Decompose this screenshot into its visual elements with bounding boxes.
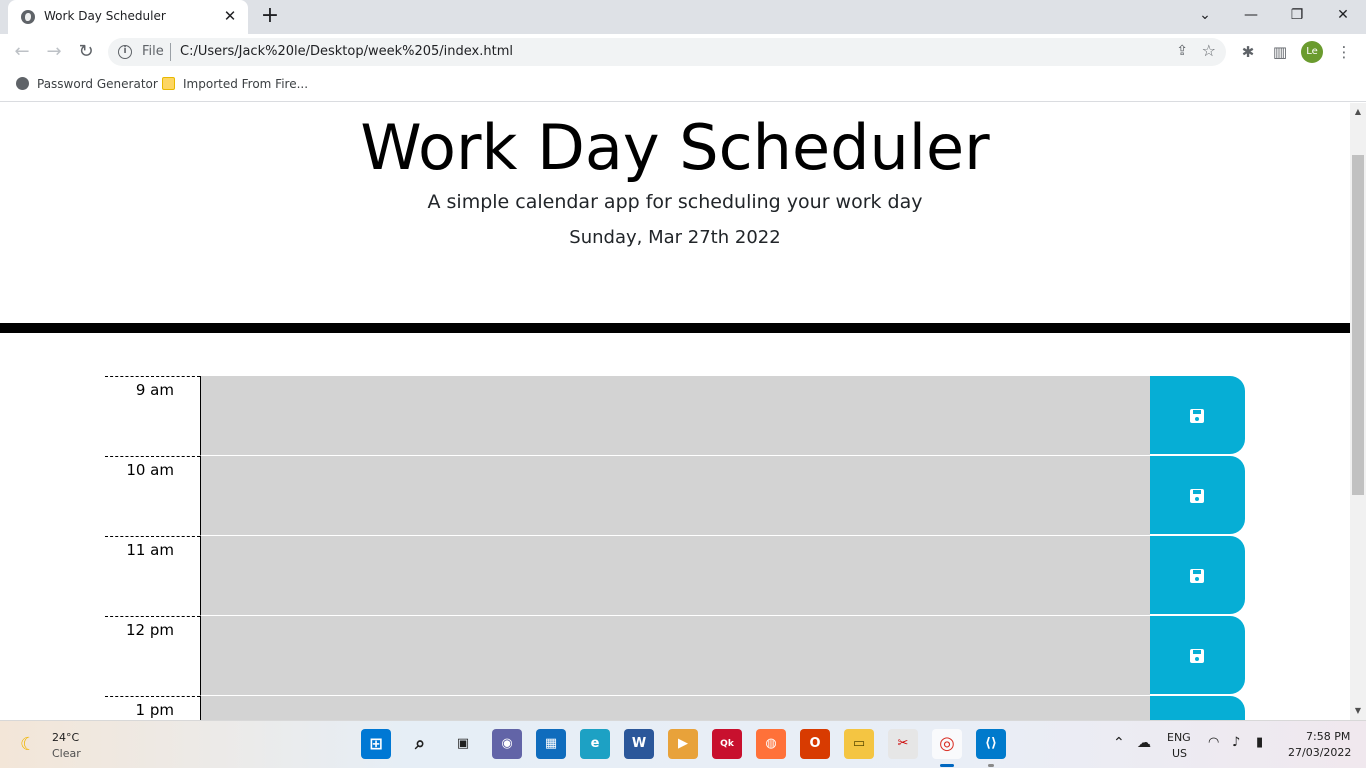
current-day: Sunday, Mar 27th 2022 (569, 227, 781, 248)
profile-avatar[interactable]: Le (1301, 41, 1323, 63)
clock-time[interactable]: 7:58 PM (1306, 730, 1350, 743)
active-app-indicator (940, 764, 954, 767)
quicken-icon[interactable]: Qk (712, 729, 742, 759)
save-button[interactable] (1150, 456, 1245, 534)
save-disk-icon (1190, 569, 1204, 583)
hour-label: 9 am (105, 376, 200, 456)
bookmark-password-generator[interactable]: Password Generator (16, 77, 158, 95)
bookmark-label: Imported From Fire... (183, 77, 309, 91)
scrollbar-thumb[interactable] (1352, 155, 1364, 495)
language-region[interactable]: US (1172, 747, 1187, 760)
bookmark-folder-imported[interactable]: Imported From Fire... (162, 77, 308, 95)
wifi-icon[interactable]: ◠ (1208, 735, 1219, 750)
side-panel-icon[interactable]: ▥ (1270, 42, 1290, 62)
url-scheme-label: File (142, 44, 164, 59)
battery-icon[interactable]: ▮ (1256, 735, 1263, 750)
info-icon[interactable]: i (118, 45, 132, 59)
address-separator (170, 43, 171, 61)
onedrive-cloud-icon[interactable]: ☁ (1137, 735, 1151, 751)
save-button[interactable] (1150, 536, 1245, 614)
page-subtitle: A simple calendar app for scheduling you… (427, 191, 923, 213)
page-title: Work Day Scheduler (360, 111, 990, 184)
time-block: 12 pm (105, 616, 1245, 696)
media-player-icon[interactable]: ▶ (668, 729, 698, 759)
scroll-down-icon[interactable]: ▼ (1350, 704, 1366, 718)
bookmarks-bar: Password Generator Imported From Fire... (0, 70, 1366, 102)
event-description-input[interactable] (200, 376, 1150, 456)
weather-temperature: 24°C (52, 731, 80, 744)
save-button[interactable] (1150, 696, 1245, 720)
task-view-icon[interactable]: ▣ (448, 729, 478, 759)
bookmark-label: Password Generator (37, 77, 158, 91)
reload-icon[interactable]: ↻ (74, 40, 98, 64)
firefox-icon[interactable]: ◍ (756, 729, 786, 759)
event-description-input[interactable] (200, 696, 1150, 720)
moon-icon: ☾ (20, 734, 37, 755)
speaker-icon[interactable]: ♪ (1232, 735, 1240, 750)
running-app-indicator (988, 764, 994, 767)
restore-button[interactable]: ❐ (1274, 0, 1320, 30)
weather-condition: Clear (52, 747, 81, 760)
bookmark-star-icon[interactable]: ☆ (1202, 41, 1216, 60)
save-disk-icon (1190, 649, 1204, 663)
tab-title: Work Day Scheduler (44, 9, 166, 23)
extensions-puzzle-icon[interactable]: ✱ (1238, 42, 1258, 62)
time-block: 10 am (105, 456, 1245, 536)
time-block: 1 pm (105, 696, 1245, 720)
address-bar[interactable]: i File C:/Users/Jack%20le/Desktop/week%2… (108, 38, 1226, 66)
new-tab-button[interactable]: + (258, 4, 282, 28)
vscode-icon[interactable]: ⟨⟩ (976, 729, 1006, 759)
hour-label: 1 pm (105, 696, 200, 720)
globe-icon (21, 10, 35, 24)
page-viewport: Work Day Scheduler A simple calendar app… (0, 103, 1350, 720)
forward-arrow-icon[interactable]: → (42, 40, 66, 64)
snipping-tool-icon[interactable]: ✂ (888, 729, 918, 759)
scroll-up-icon[interactable]: ▲ (1350, 105, 1366, 119)
folder-icon (162, 77, 175, 90)
menu-kebab-icon[interactable]: ⋮ (1334, 42, 1354, 62)
minimize-button[interactable]: — (1228, 0, 1274, 30)
save-button[interactable] (1150, 616, 1245, 694)
back-arrow-icon[interactable]: ← (10, 40, 34, 64)
tab-close-icon[interactable]: ✕ (220, 6, 240, 26)
close-window-button[interactable]: ✕ (1320, 0, 1366, 30)
time-block-list: 9 am 10 am 11 am 12 pm 1 pm (105, 376, 1245, 720)
browser-toolbar: ← → ↻ i File C:/Users/Jack%20le/Desktop/… (0, 34, 1366, 70)
chevron-up-icon[interactable]: ⌃ (1113, 735, 1125, 751)
event-description-input[interactable] (200, 456, 1150, 536)
word-icon[interactable]: W (624, 729, 654, 759)
hour-label: 11 am (105, 536, 200, 616)
search-icon[interactable]: ⌕ (405, 729, 435, 759)
tab-search-icon[interactable]: ⌄ (1182, 0, 1228, 30)
browser-tab[interactable]: Work Day Scheduler ✕ (8, 0, 248, 34)
event-description-input[interactable] (200, 616, 1150, 696)
hour-label: 12 pm (105, 616, 200, 696)
hour-label: 10 am (105, 456, 200, 536)
time-block: 11 am (105, 536, 1245, 616)
share-icon[interactable]: ⇪ (1176, 43, 1188, 59)
clock-date[interactable]: 27/03/2022 (1288, 746, 1351, 759)
time-block: 9 am (105, 376, 1245, 456)
browser-tab-strip: Work Day Scheduler ✕ + ⌄ — ❐ ✕ (0, 0, 1366, 34)
page-scrollbar[interactable]: ▲ ▼ (1350, 103, 1366, 720)
edge-icon[interactable]: e (580, 729, 610, 759)
office-icon[interactable]: O (800, 729, 830, 759)
url-text[interactable]: C:/Users/Jack%20le/Desktop/week%205/inde… (180, 44, 513, 59)
save-disk-icon (1190, 409, 1204, 423)
globe-icon (16, 77, 29, 90)
page-header: Work Day Scheduler A simple calendar app… (0, 103, 1350, 333)
save-button[interactable] (1150, 376, 1245, 454)
file-explorer-icon[interactable]: ▭ (844, 729, 874, 759)
language-code[interactable]: ENG (1167, 731, 1191, 744)
teams-chat-icon[interactable]: ◉ (492, 729, 522, 759)
chrome-icon[interactable]: ◎ (932, 729, 962, 759)
windows-taskbar: ☾ 24°C Clear ⊞ ⌕ ▣ ◉ ▦ e W ▶ Qk ◍ O ▭ ✂ … (0, 720, 1366, 768)
calendar-icon[interactable]: ▦ (536, 729, 566, 759)
save-disk-icon (1190, 489, 1204, 503)
event-description-input[interactable] (200, 536, 1150, 616)
start-windows-icon[interactable]: ⊞ (361, 729, 391, 759)
